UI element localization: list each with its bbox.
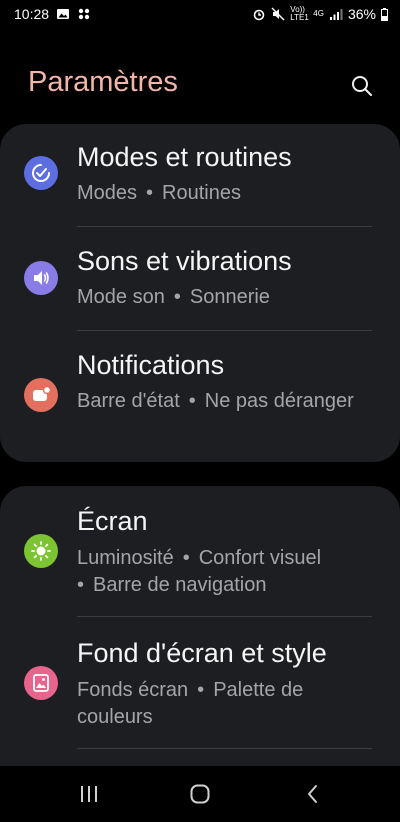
settings-group-2: Écran Luminosité • Confort visuel • Barre de… [0,486,400,786]
back-icon [308,785,317,803]
signal-icon [329,9,343,20]
setting-item-modes-routines[interactable]: Modes et routines Modes • Routines [0,124,400,228]
setting-subtitle: Barre d'état • Ne pas déranger [77,390,354,412]
battery-percent: 36% [347,6,376,22]
setting-title: Modes et routines [77,142,292,172]
home-button[interactable] [186,782,214,806]
setting-subtitle: Modes • Routines [77,182,241,204]
status-time: 10:28 [14,6,50,22]
setting-title: Fond d'écran et style [77,638,327,668]
speaker-icon [24,261,58,295]
network-type-label: 4G [313,9,324,18]
divider [77,330,372,331]
setting-title: Sons et vibrations [77,246,292,276]
recents-icon [81,786,97,802]
recents-button[interactable] [75,782,103,806]
navigation-bar [0,766,400,822]
divider [77,226,372,227]
setting-subtitle: Mode son • Sonnerie [77,286,270,308]
page-title: Paramètres [28,66,178,98]
wallpaper-icon [24,666,58,700]
apps-grid-icon [78,8,90,20]
home-icon [190,784,210,804]
back-button[interactable] [299,782,327,806]
sun-icon [24,534,58,568]
search-button[interactable] [346,70,378,102]
divider [77,616,372,617]
check-circle-icon [24,156,58,190]
setting-title: Écran [77,506,148,536]
divider [77,748,372,749]
status-bar: 10:28 Vo)) LTE1 4G 36% [0,0,400,30]
notification-badge-icon [24,378,58,412]
settings-group-1: Modes et routines Modes • Routines Sons et… [0,124,400,462]
setting-item-sounds-vibrations[interactable]: Sons et vibrations Mode son • Sonnerie [0,228,400,332]
setting-subtitle: Luminosité • Confort visuel • Barre de navig… [77,547,322,596]
alarm-icon [253,9,265,21]
setting-item-display[interactable]: Écran Luminosité • Confort visuel • Barre de… [0,486,400,616]
setting-item-wallpaper-style[interactable]: Fond d'écran et style Fonds écran • Palett… [0,618,400,750]
mute-icon [271,7,285,21]
setting-title: Notifications [77,350,225,380]
setting-item-notifications[interactable]: Notifications Barre d'état • Ne pas dérang… [0,332,400,462]
setting-subtitle: Fonds écran • Palette de couleurs [77,679,304,728]
gallery-icon [57,9,70,19]
battery-icon [381,7,388,21]
search-icon [352,76,372,96]
volte-label: Vo)) LTE1 [290,5,309,22]
